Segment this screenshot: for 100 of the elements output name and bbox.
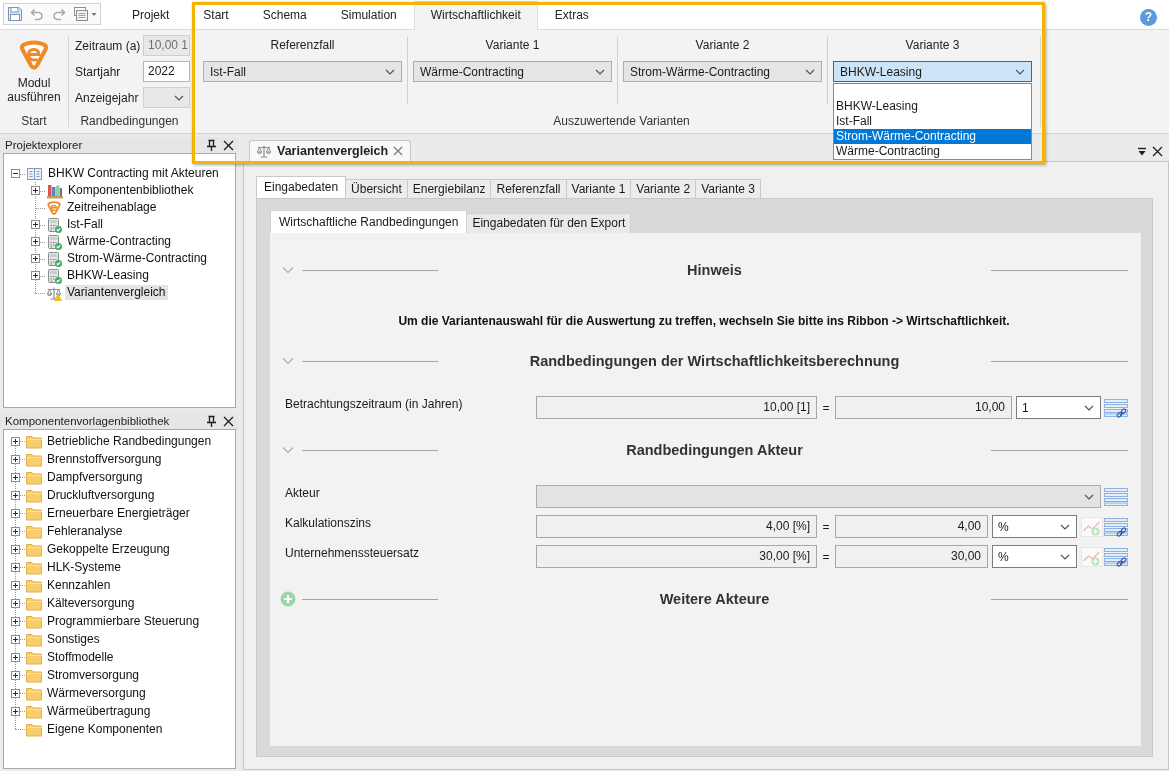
formula-field[interactable]: 4,00 [%] [536,515,817,538]
formula-field[interactable]: 30,00 [%] [536,545,817,568]
tree-item[interactable]: Gekoppelte Erzeugung [45,541,172,557]
tree-item[interactable]: Kälteversorgung [45,595,137,611]
dropdown[interactable]: Strom-Wärme-Contracting [623,61,822,82]
ribbon-tab[interactable]: Schema [245,1,324,29]
section-title: Hinweis [687,262,742,278]
close-icon[interactable] [223,139,234,151]
expand-icon[interactable] [31,254,40,263]
tree-item[interactable]: Dampfversorgung [45,469,145,485]
ribbon-tab[interactable]: Extras [537,1,606,29]
list-option[interactable]: Wärme-Contracting [834,144,1031,159]
expand-icon[interactable] [11,472,20,482]
view-tab[interactable]: Referenzfall [490,179,567,198]
tree-item[interactable]: Sonstiges [45,631,102,647]
expand-icon[interactable] [31,271,40,280]
ribbon-tab[interactable]: Wirtschaftlichkeit [413,1,538,30]
list-option[interactable]: BHKW-Leasing [834,99,1031,114]
dropdown-arrow-icon[interactable] [1137,146,1147,157]
result-field[interactable]: 30,00 [835,545,988,568]
close-icon[interactable] [1152,146,1163,157]
tree-item[interactable]: Stoffmodelle [45,649,116,665]
input-field[interactable]: 2022 [143,61,190,82]
expand-icon[interactable] [11,454,20,464]
view-tab[interactable]: Variante 1 [565,179,632,198]
chevron-down-icon [1084,404,1094,411]
document-tab[interactable]: Variantenvergleich [249,140,412,161]
tree-item[interactable]: Brennstoffversorgung [45,451,164,467]
expand-icon[interactable] [11,706,20,716]
equals-sign: = [821,519,831,534]
dropdown[interactable]: Ist-Fall [203,61,402,82]
field-label: Kalkulationszins [285,515,373,531]
field-label: Betrachtungszeitraum (in Jahren) [285,396,464,412]
windows-menu-icon[interactable] [73,6,97,22]
view-tab[interactable]: Übersicht [345,179,408,198]
tree-item[interactable]: Betriebliche Randbedingungen [45,433,214,449]
expand-icon[interactable] [31,186,40,195]
tree-item[interactable]: BHKW Contracting mit Akteuren [46,166,221,181]
sub-tab[interactable]: Wirtschaftliche Randbedingungen [270,210,468,233]
list-link-icon[interactable] [1104,516,1128,537]
formula-field[interactable]: 10,00 [1] [536,396,817,419]
expand-icon[interactable] [11,688,20,698]
result-field[interactable]: 10,00 [835,396,1012,419]
tree-item[interactable]: Wärmeübertragung [45,703,153,719]
expand-icon[interactable] [11,616,20,626]
expand-icon[interactable] [31,220,40,229]
tree-item[interactable]: Druckluftversorgung [45,487,157,503]
view-tab[interactable]: Eingabedaten [256,176,347,198]
expand-icon[interactable] [11,544,20,554]
tree-item[interactable]: Programmierbare Steuerung [45,613,202,629]
tree-item[interactable]: BHKW-Leasing [65,268,151,283]
calculator-icon [46,250,62,267]
save-icon[interactable] [7,6,23,22]
expand-icon[interactable] [11,508,20,518]
tree-item[interactable]: Variantenvergleich [65,285,168,300]
tree-item[interactable]: HLK-Systeme [45,559,124,575]
expand-icon[interactable] [11,598,20,608]
expand-icon[interactable] [11,436,20,446]
list-option[interactable]: Strom-Wärme-Contracting [834,129,1031,144]
list-option[interactable]: Ist-Fall [834,114,1031,129]
expand-icon[interactable] [31,237,40,246]
tree-item[interactable]: Ist-Fall [65,217,105,232]
expand-icon[interactable] [11,562,20,572]
tree-item[interactable]: Eigene Komponenten [45,721,165,737]
tree-item[interactable]: Kennzahlen [45,577,113,593]
expand-icon[interactable] [11,526,20,536]
expand-icon[interactable] [11,652,20,662]
tree-item[interactable]: Wärme-Contracting [65,234,174,249]
list-link-icon[interactable] [1104,397,1128,418]
tree-item[interactable]: Stromversorgung [45,667,142,683]
close-icon[interactable] [223,415,234,427]
view-tab[interactable]: Variante 2 [630,179,697,198]
expand-icon[interactable] [11,580,20,590]
unit-dropdown[interactable]: % [992,545,1077,568]
unit-dropdown[interactable]: 1 [1016,396,1101,419]
sub-tab[interactable]: Eingabedaten für den Export [466,213,632,233]
result-field[interactable]: 4,00 [835,515,988,538]
ribbon-tab[interactable]: Simulation [323,1,414,29]
folder-icon [26,541,42,557]
expand-icon[interactable] [11,634,20,644]
tree-item[interactable]: Erneuerbare Energieträger [45,505,192,521]
list-link-icon[interactable] [1104,546,1128,567]
tree-item[interactable]: Fehleranalyse [45,523,125,539]
pin-icon[interactable] [206,415,217,427]
unit-dropdown[interactable]: % [992,515,1077,538]
dropdown[interactable]: Wärme-Contracting [413,61,612,82]
run-module-button[interactable]: Modul ausführen [3,36,65,104]
expand-icon[interactable] [11,490,20,500]
ribbon-tab[interactable]: Start [186,1,246,29]
dropdown[interactable]: BHKW-Leasing [833,61,1032,82]
view-tab[interactable]: Variante 3 [695,179,761,198]
tree-item[interactable]: Wärmeversorgung [45,685,148,701]
tree-item[interactable]: Strom-Wärme-Contracting [65,251,210,266]
view-tab[interactable]: Energiebilanz [406,179,492,198]
collapse-icon[interactable] [11,169,20,178]
ribbon-tab[interactable]: Projekt [115,1,187,29]
tree-item[interactable]: Zeitreihenablage [65,200,159,215]
tree-item[interactable]: Komponentenbibliothek [66,183,196,198]
expand-icon[interactable] [11,670,20,680]
pin-icon[interactable] [206,139,217,151]
